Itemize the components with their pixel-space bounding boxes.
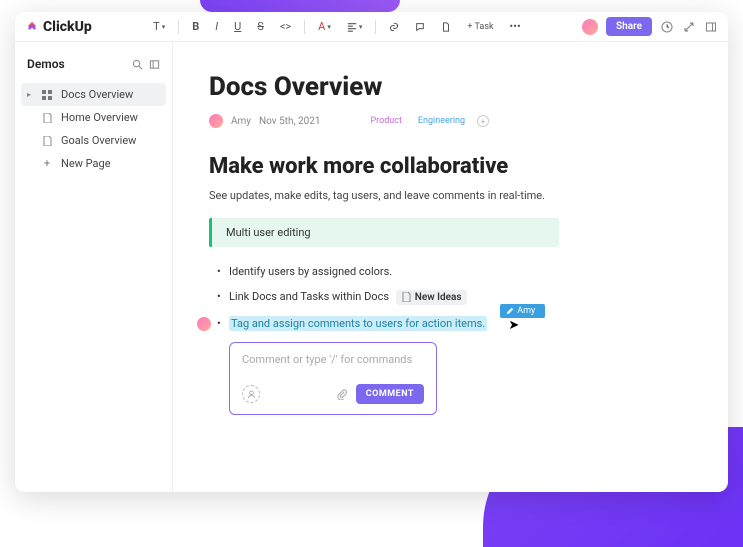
chevron-down-icon: ▾ [359,23,363,31]
section-heading[interactable]: Make work more collaborative [209,154,692,179]
callout-block[interactable]: Multi user editing [209,218,559,247]
add-task-button[interactable]: + Task [464,20,496,34]
new-page-button[interactable]: + New Page [15,152,172,175]
author-name: Amy [231,116,251,127]
topbar: ClickUp T ▾ B I U S <> A ▾ ▾ + Task ••• … [15,12,728,42]
list-item-text: Link Docs and Tasks within Docs [229,290,389,303]
link-button[interactable] [386,20,402,34]
brand-name: ClickUp [43,19,92,35]
text-color-dropdown[interactable]: A ▾ [315,18,334,35]
user-avatar[interactable] [582,19,598,35]
strikethrough-button[interactable]: S [254,18,267,35]
share-button[interactable]: Share [606,17,652,36]
clock-icon [661,21,673,33]
tag-product[interactable]: Product [366,115,405,127]
paperclip-icon [337,389,348,400]
panel-button[interactable] [704,20,718,34]
grid-icon [41,90,53,100]
tag-engineering[interactable]: Engineering [414,115,469,127]
italic-button[interactable]: I [212,18,221,35]
cursor-pointer-icon: ➤ [508,318,519,333]
page-button[interactable] [438,20,454,34]
author-avatar[interactable] [209,114,223,128]
highlighted-text[interactable]: Tag and assign comments to users for act… [229,316,487,331]
topbar-right: Share [582,17,718,36]
collapse-button[interactable] [682,20,696,34]
underline-button[interactable]: U [231,18,244,35]
clickup-logo-icon [25,20,39,34]
comment-box[interactable]: Comment or type '/' for commands COMMENT [229,342,437,415]
formatting-toolbar: T ▾ B I U S <> A ▾ ▾ + Task ••• [92,18,582,35]
sidebar-toggle-button[interactable] [149,54,160,73]
user-cursor-label: Amy [500,304,545,318]
align-left-icon [347,22,357,32]
doc-link-label: New Ideas [415,292,462,303]
sidebar-item-label: Goals Overview [61,134,136,147]
text-style-dropdown[interactable]: T ▾ [150,18,168,35]
code-button[interactable]: <> [277,18,294,35]
doc-icon [402,292,411,303]
sidebar-item-home-overview[interactable]: Home Overview [15,106,172,129]
collapse-icon [683,21,695,33]
bullet-list: Identify users by assigned colors. Link … [209,265,692,330]
assign-user-button[interactable] [242,385,260,403]
page-icon [441,22,451,32]
sidebar: Demos ▸ Docs Overview Home Overview Goal [15,42,173,492]
history-button[interactable] [660,20,674,34]
sidebar-item-label: Docs Overview [61,88,133,101]
attach-button[interactable] [337,388,348,401]
document-content: Docs Overview Amy Nov 5th, 2021 Product … [173,42,728,492]
doc-icon [41,113,53,123]
sidebar-icon [149,59,160,70]
chevron-down-icon: ▾ [162,23,166,31]
commenter-avatar[interactable] [197,317,211,331]
comment-button[interactable] [412,20,428,34]
page-title[interactable]: Docs Overview [209,72,692,102]
app-window: ClickUp T ▾ B I U S <> A ▾ ▾ + Task ••• … [15,12,728,492]
plus-icon: + [41,157,53,170]
user-icon [247,390,256,399]
bold-button[interactable]: B [189,18,202,35]
list-item[interactable]: Tag and assign comments to users for act… [229,317,692,330]
chevron-right-icon: ▸ [27,90,33,99]
list-item[interactable]: Link Docs and Tasks within Docs New Idea… [229,290,692,305]
chevron-down-icon: ▾ [327,23,331,31]
doc-meta: Amy Nov 5th, 2021 Product Engineering + [209,114,692,128]
doc-link-chip[interactable]: New Ideas [396,290,468,305]
doc-date: Nov 5th, 2021 [259,116,320,127]
comment-input[interactable]: Comment or type '/' for commands [242,353,424,366]
brand-logo: ClickUp [25,19,92,35]
link-icon [389,22,399,32]
align-dropdown[interactable]: ▾ [344,20,366,34]
panel-icon [705,21,717,33]
more-button[interactable]: ••• [507,18,524,35]
doc-icon [41,136,53,146]
sidebar-item-label: New Page [61,157,111,170]
search-icon [132,59,143,70]
list-item[interactable]: Identify users by assigned colors. [229,265,692,278]
search-button[interactable] [132,54,143,73]
comment-submit-button[interactable]: COMMENT [356,384,424,404]
add-tag-button[interactable]: + [477,115,489,127]
sidebar-item-label: Home Overview [61,111,138,124]
sidebar-item-docs-overview[interactable]: ▸ Docs Overview [21,83,166,106]
section-subtext[interactable]: See updates, make edits, tag users, and … [209,189,692,202]
pencil-icon [506,307,514,315]
comment-icon [415,22,425,32]
sidebar-item-goals-overview[interactable]: Goals Overview [15,129,172,152]
sidebar-title: Demos [27,57,65,71]
